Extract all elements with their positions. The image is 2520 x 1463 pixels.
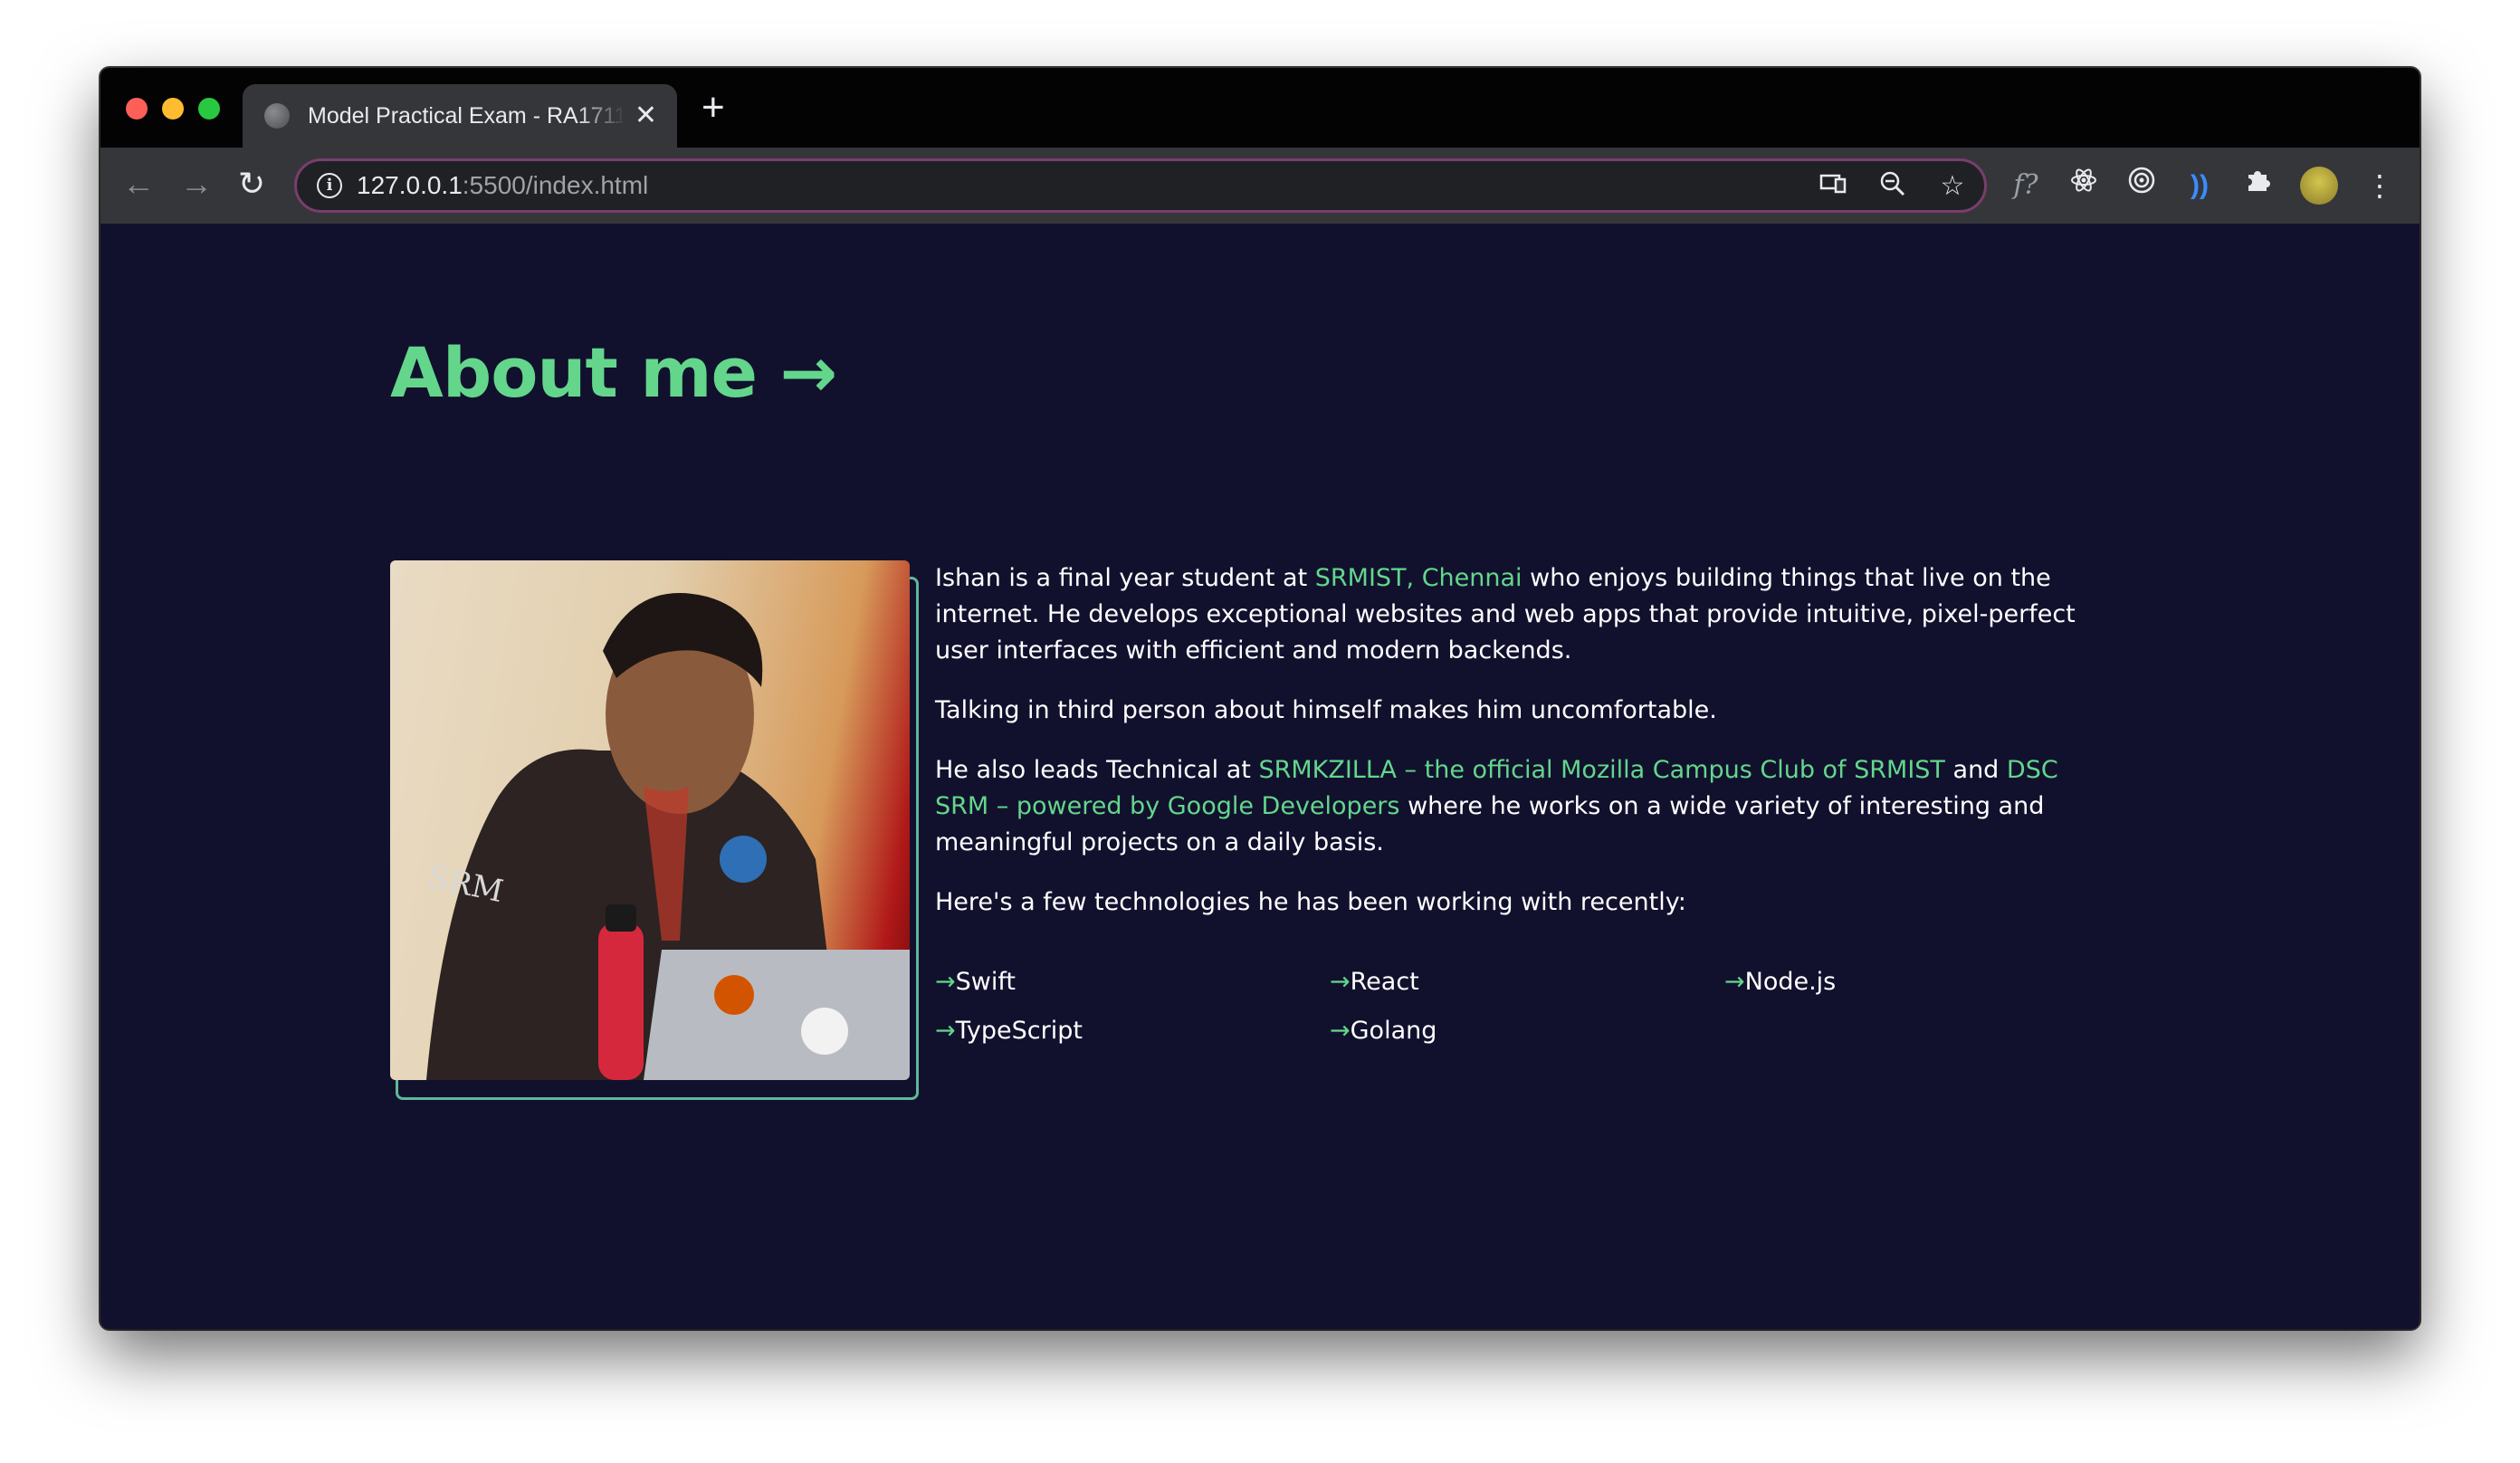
tech-name: Golang [1350, 1017, 1437, 1045]
arrow-icon: → [1330, 968, 1351, 996]
browser-window: Model Practical Exam - RA1711 ✕ + ← → ↻ … [100, 68, 2420, 1329]
list-item: →Node.js [1724, 964, 2119, 1000]
cast-icon[interactable] [1819, 170, 1847, 206]
bio-text-segment: Ishan is a final year student at [935, 564, 1315, 592]
tech-name: TypeScript [955, 1017, 1083, 1045]
star-icon[interactable]: ☆ [1939, 170, 1966, 206]
tab-title: Model Practical Exam - RA1711 [308, 102, 625, 129]
tech-name: React [1350, 968, 1419, 996]
browser-toolbar: ← → ↻ i 127.0.0.1:5500/index.html ☆ f? [100, 148, 2420, 224]
arrow-icon: → [1724, 968, 1745, 996]
bio-paragraph-1: Ishan is a final year student at SRMIST,… [935, 560, 2103, 669]
arrow-icon: → [1330, 1017, 1351, 1045]
list-item: →Swift [935, 964, 1330, 1000]
bio-text-segment: and [1944, 756, 2007, 784]
profile-photo: SRM [390, 560, 910, 1080]
arrow-icon: → [935, 1017, 956, 1045]
list-item: →React [1330, 964, 1724, 1000]
address-bar[interactable]: i 127.0.0.1:5500/index.html ☆ [294, 158, 1987, 213]
back-arrow-icon[interactable]: ← [122, 166, 155, 202]
reload-icon[interactable]: ↻ [238, 166, 265, 202]
react-devtools-icon[interactable] [2068, 166, 2099, 205]
url-path: :5500/index.html [462, 171, 649, 199]
tech-name: Node.js [1744, 968, 1837, 996]
forward-arrow-icon[interactable]: → [180, 166, 213, 202]
srmkzilla-link[interactable]: SRMKZILLA – the official Mozilla Campus … [1258, 756, 1945, 784]
globe-icon [264, 103, 290, 129]
minimize-window-button[interactable] [162, 98, 184, 120]
url-host: 127.0.0.1 [357, 171, 463, 199]
page-content: About me → SRM Ishan is a final year stu… [100, 224, 2420, 1329]
bio-paragraph-4: Here's a few technologies he has been wo… [935, 888, 1686, 916]
puzzle-extensions-icon[interactable] [2242, 166, 2273, 205]
tab-bar: Model Practical Exam - RA1711 ✕ + [100, 68, 2420, 148]
close-icon[interactable]: ✕ [635, 102, 657, 129]
target-icon[interactable] [2126, 166, 2157, 205]
bio-paragraph-3: He also leads Technical at SRMKZILLA – t… [935, 752, 2103, 861]
tech-name: Swift [955, 968, 1016, 996]
info-icon[interactable]: i [317, 173, 342, 198]
close-window-button[interactable] [126, 98, 148, 120]
profile-avatar[interactable] [2300, 166, 2338, 205]
bio-paragraph-2: Talking in third person about himself ma… [935, 696, 1717, 724]
new-tab-button[interactable]: + [702, 88, 725, 128]
bio-text-segment: He also leads Technical at [935, 756, 1259, 784]
arrow-icon: → [935, 968, 956, 996]
wireless-icon[interactable]: )) [2184, 167, 2215, 204]
omnibox-actions: ☆ [1819, 170, 1966, 206]
list-item: →TypeScript [935, 1013, 1330, 1049]
bio-text: Ishan is a final year student at SRMIST,… [935, 560, 2103, 944]
technologies-list: →Swift →React →Node.js →TypeScript →Gola… [935, 964, 2103, 1049]
srmist-link[interactable]: SRMIST, Chennai [1315, 564, 1522, 592]
list-item: →Golang [1330, 1013, 1724, 1049]
more-menu-icon[interactable]: ⋮ [2365, 167, 2394, 204]
zoom-out-icon[interactable] [1879, 170, 1906, 206]
tab-active[interactable]: Model Practical Exam - RA1711 ✕ [243, 84, 677, 148]
font-identifier-icon[interactable]: f? [2010, 167, 2041, 204]
extensions-area: f? )) ⋮ [2010, 166, 2394, 205]
page-title: About me → [390, 332, 837, 413]
maximize-window-button[interactable] [198, 98, 220, 120]
